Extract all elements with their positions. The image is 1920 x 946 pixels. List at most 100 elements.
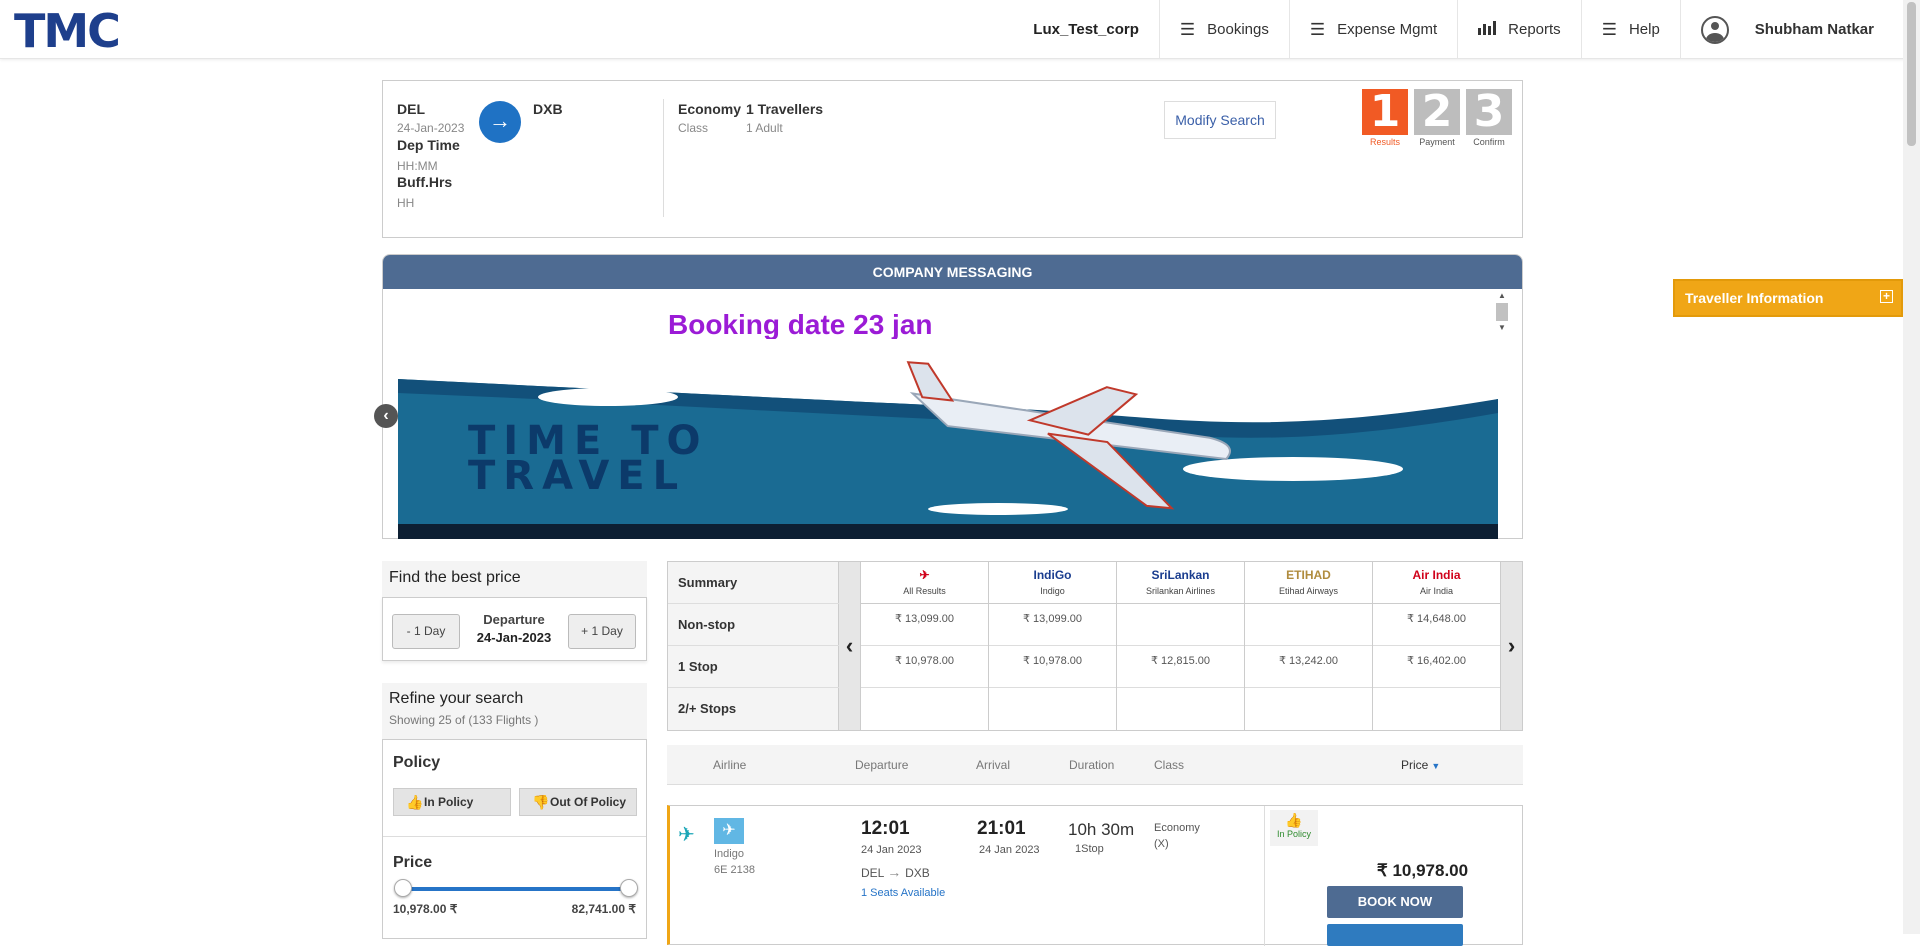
matrix-price-cell[interactable]: ₹ 10,978.00 [861, 646, 988, 688]
price-max-value: 82,741.00 ₹ [571, 902, 636, 916]
matrix-nonstop-label[interactable]: Non-stop [668, 604, 839, 646]
message-scrollbar[interactable]: ▲ ▼ [1496, 291, 1508, 337]
fare-class: Economy (X) [1154, 820, 1200, 852]
matrix-price-cell [1245, 688, 1372, 730]
matrix-airline-header[interactable]: Air India Air India [1373, 562, 1500, 604]
matrix-price-cell[interactable]: ₹ 10,978.00 [989, 646, 1116, 688]
step-label: Results [1369, 137, 1400, 147]
corp-name[interactable]: Lux_Test_corp [1013, 0, 1159, 59]
scroll-up-icon[interactable]: ▲ [1496, 291, 1508, 301]
time-to-travel-banner: TIME TO TRAVEL [398, 339, 1498, 539]
buff-hrs-label: Buff.Hrs [397, 174, 453, 190]
user-menu[interactable]: Shubham Natkar [1679, 0, 1894, 59]
divider [383, 836, 646, 837]
airline-name: Srilankan Airlines [1145, 586, 1216, 596]
main-nav: Lux_Test_corp ☰ Bookings ☰ Expense Mgmt … [1013, 0, 1894, 59]
matrix-price-cell[interactable]: ₹ 13,242.00 [1245, 646, 1372, 688]
plane-icon: ✈ [678, 824, 695, 846]
modify-search-button[interactable]: Modify Search [1164, 101, 1276, 139]
nav-reports[interactable]: Reports [1457, 0, 1581, 59]
hamburger-icon: ☰ [1309, 19, 1326, 39]
carousel-prev-icon[interactable]: ‹ [374, 404, 398, 428]
matrix-price-cell[interactable]: ₹ 12,815.00 [1117, 646, 1244, 688]
refine-header: Refine your search Showing 25 of (133 Fl… [382, 683, 647, 739]
matrix-column: SriLankan Srilankan Airlines ₹ 12,815.00 [1117, 562, 1245, 730]
class-label: Class [678, 121, 709, 135]
filter-panel: Policy 👍 In Policy 👎 Out Of Policy Price… [382, 739, 647, 939]
in-policy-button[interactable]: 👍 In Policy [393, 788, 511, 816]
price-slider-max-handle[interactable] [620, 879, 638, 897]
matrix-next-arrow-icon[interactable]: › [1500, 562, 1522, 730]
step-number: 2 [1414, 89, 1460, 135]
company-message-title: Booking date 23 jan [668, 309, 933, 340]
departure-date: 24-Jan-2023 [476, 630, 552, 645]
step-confirm: 3 Confirm [1466, 89, 1512, 147]
matrix-airline-header[interactable]: ✈ All Results [861, 562, 988, 604]
policy-title: Policy [393, 754, 441, 771]
secondary-action-button[interactable] [1327, 924, 1463, 946]
search-summary: DEL 24-Jan-2023 Dep Time HH:MM Buff.Hrs … [382, 80, 1523, 238]
nav-expense-mgmt[interactable]: ☰ Expense Mgmt [1288, 0, 1457, 59]
thumbs-up-icon: 👍 [406, 794, 424, 810]
origin-code: DEL [397, 101, 425, 117]
price-slider-track[interactable] [403, 887, 629, 891]
matrix-price-cell[interactable]: ₹ 16,402.00 [1373, 646, 1500, 688]
prev-day-button[interactable]: - 1 Day [392, 614, 460, 649]
col-duration[interactable]: Duration [1069, 758, 1114, 772]
expand-plus-icon[interactable]: + [1880, 290, 1893, 303]
col-price-sort[interactable]: Price ▼ [1401, 758, 1440, 772]
departure-date: 24 Jan 2023 [861, 844, 922, 856]
next-day-button[interactable]: + 1 Day [568, 614, 636, 649]
hamburger-icon: ☰ [1179, 19, 1196, 39]
dep-time-label: Dep Time [397, 137, 460, 153]
nav-help[interactable]: ☰ Help [1580, 0, 1680, 59]
out-of-policy-button[interactable]: 👎 Out Of Policy [519, 788, 637, 816]
nav-reports-label: Reports [1508, 21, 1561, 38]
class-name: Economy [1154, 822, 1200, 834]
matrix-1stop-label[interactable]: 1 Stop [668, 646, 839, 688]
matrix-price-cell [1117, 688, 1244, 730]
traveller-info-label: Traveller Information [1685, 290, 1824, 306]
col-class[interactable]: Class [1154, 758, 1184, 772]
thumbs-up-icon: 👍 [1285, 812, 1303, 828]
col-arrival[interactable]: Arrival [976, 758, 1010, 772]
price-min-value: 10,978.00 ₹ [393, 902, 458, 916]
matrix-price-cell[interactable]: ₹ 14,648.00 [1373, 604, 1500, 646]
traveller-information-panel[interactable]: Traveller Information + [1673, 279, 1903, 317]
buff-hrs-field[interactable]: HH [397, 196, 414, 210]
matrix-airline-header[interactable]: ETIHAD Etihad Airways [1245, 562, 1372, 604]
scroll-down-icon[interactable]: ▼ [1496, 323, 1508, 333]
matrix-2stops-label[interactable]: 2/+ Stops [668, 688, 839, 730]
matrix-column: Air India Air India ₹ 14,648.00 ₹ 16,402.00 [1373, 562, 1501, 730]
price-slider-min-handle[interactable] [394, 879, 412, 897]
class-value: Economy [678, 101, 742, 117]
book-now-button[interactable]: BOOK NOW [1327, 886, 1463, 918]
nav-help-label: Help [1628, 21, 1660, 38]
departure-label: Departure [483, 612, 545, 627]
matrix-airline-header[interactable]: SriLankan Srilankan Airlines [1117, 562, 1244, 604]
matrix-price-cell[interactable]: ₹ 13,099.00 [989, 604, 1116, 646]
matrix-airline-header[interactable]: IndiGo Indigo [989, 562, 1116, 604]
dep-time-field[interactable]: HH:MM [397, 159, 438, 173]
seats-available-link[interactable]: 1 Seats Available [861, 887, 945, 899]
company-messaging-header: COMPANY MESSAGING [383, 255, 1522, 289]
thumbs-down-icon: 👎 [532, 794, 550, 810]
indigo-logo-icon: ✈ [714, 818, 744, 844]
scroll-thumb[interactable] [1496, 303, 1508, 321]
matrix-row-labels: Summary Non-stop 1 Stop 2/+ Stops [668, 562, 839, 730]
col-airline[interactable]: Airline [713, 758, 746, 772]
class-code: (X) [1154, 838, 1169, 850]
col-departure[interactable]: Departure [855, 758, 908, 772]
find-best-title: Find the best price [382, 561, 647, 597]
page-scrollbar[interactable] [1903, 0, 1920, 934]
matrix-price-cell[interactable]: ₹ 13,099.00 [861, 604, 988, 646]
tmc-logo[interactable]: TMC [14, 4, 121, 58]
departure-time: 12:01 [861, 818, 910, 839]
matrix-prev-arrow-icon[interactable]: ‹ [839, 562, 861, 730]
route-arrow-icon: → [887, 864, 906, 880]
page-scrollbar-thumb[interactable] [1907, 2, 1916, 146]
nav-bookings[interactable]: ☰ Bookings [1158, 0, 1289, 59]
travel-date: 24-Jan-2023 [397, 121, 465, 135]
matrix-column: ETIHAD Etihad Airways ₹ 13,242.00 [1245, 562, 1373, 730]
matrix-price-cell [1245, 604, 1372, 646]
